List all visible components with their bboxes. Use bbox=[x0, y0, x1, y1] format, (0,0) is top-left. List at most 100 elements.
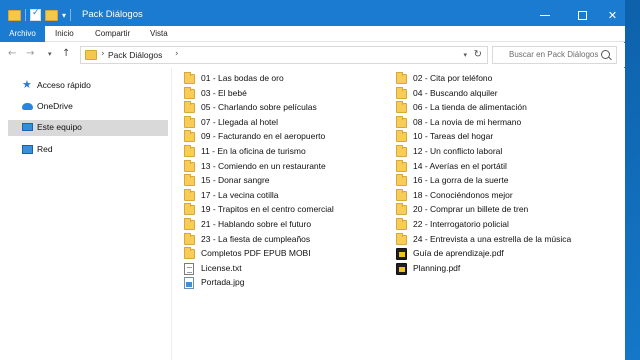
image-file-icon bbox=[184, 277, 194, 290]
file-name: 13 - Comiendo en un restaurante bbox=[201, 160, 326, 171]
navigation-pane: ★ Acceso rápido OneDrive Este equipo Red bbox=[0, 68, 172, 360]
folder-icon bbox=[184, 174, 195, 187]
back-arrow-icon[interactable]: ← bbox=[8, 48, 16, 59]
file-name: 21 - Hablando sobre el futuro bbox=[201, 219, 312, 229]
pdf-file-icon bbox=[396, 248, 407, 261]
computer-icon bbox=[22, 123, 33, 131]
file-name: 06 - La tienda de alimentación bbox=[413, 102, 527, 113]
search-input[interactable]: Buscar en Pack Diálogos bbox=[509, 50, 598, 59]
nav-item-acceso-rapido[interactable]: ★ Acceso rápido bbox=[8, 78, 168, 94]
folder-icon bbox=[396, 86, 407, 99]
file-name: 04 - Buscando alquiler bbox=[413, 87, 498, 98]
folder-icon bbox=[184, 218, 195, 230]
folder-icon bbox=[396, 130, 407, 143]
file-name: 22 - Interrogatorio policial bbox=[413, 219, 509, 229]
ribbon-tabs: Archivo Inicio Compartir Vista bbox=[0, 26, 625, 42]
file-name: 10 - Tareas del hogar bbox=[413, 131, 494, 142]
nav-item-label: Este equipo bbox=[37, 122, 82, 132]
file-name: Portada.jpg bbox=[201, 277, 245, 288]
folder-icon bbox=[184, 145, 195, 157]
file-name: 14 - Averías en el portátil bbox=[413, 160, 507, 171]
nav-item-onedrive[interactable]: OneDrive bbox=[8, 99, 168, 115]
file-name: 12 - Un conflicto laboral bbox=[413, 146, 503, 156]
file-name: 05 - Charlando sobre películas bbox=[201, 102, 317, 113]
forward-arrow-icon[interactable]: → bbox=[26, 48, 34, 59]
maximize-icon bbox=[577, 10, 587, 20]
file-name: 02 - Cita por teléfono bbox=[413, 73, 493, 83]
tab-inicio[interactable]: Inicio bbox=[55, 26, 74, 42]
address-bar[interactable]: › Pack Diálogos › ▾ ↻ bbox=[80, 46, 488, 64]
star-icon: ★ bbox=[22, 79, 32, 91]
file-name: 03 - El bebé bbox=[201, 87, 247, 98]
file-name: 24 - Entrevista a una estrella de la mús… bbox=[413, 233, 572, 244]
file-name: 09 - Facturando en el aeropuerto bbox=[201, 131, 326, 142]
folder-icon bbox=[184, 130, 195, 143]
folder-icon bbox=[396, 101, 407, 114]
cloud-icon bbox=[22, 103, 33, 110]
folder-icon bbox=[184, 188, 195, 201]
folder-icon bbox=[396, 232, 407, 245]
address-history-chevron-icon[interactable]: ▾ bbox=[463, 51, 467, 59]
folder-icon bbox=[396, 218, 407, 230]
folder-icon bbox=[396, 203, 407, 216]
text-file-icon bbox=[184, 262, 194, 275]
nav-item-label: OneDrive bbox=[37, 101, 73, 111]
file-name: Completos PDF EPUB MOBI bbox=[201, 248, 311, 259]
folder-icon bbox=[184, 115, 195, 128]
file-name: 18 - Conociéndonos mejor bbox=[413, 189, 513, 200]
new-folder-icon[interactable] bbox=[45, 9, 58, 21]
refresh-icon[interactable]: ↻ bbox=[474, 49, 482, 60]
customize-toolbar-icon[interactable]: ▾ bbox=[62, 11, 66, 20]
breadcrumb-chevron-icon[interactable]: › bbox=[101, 49, 105, 59]
file-name: Planning.pdf bbox=[413, 262, 461, 273]
nav-item-red[interactable]: Red bbox=[8, 142, 168, 158]
file-name: 23 - La fiesta de cumpleaños bbox=[201, 233, 311, 244]
file-name: 07 - Llegada al hotel bbox=[201, 116, 279, 127]
file-name: 08 - La novia de mi hermano bbox=[413, 116, 522, 127]
tab-vista[interactable]: Vista bbox=[150, 26, 168, 42]
search-icon bbox=[601, 50, 610, 59]
breadcrumb-item[interactable]: Pack Diálogos bbox=[108, 50, 162, 60]
window-title: Pack Diálogos bbox=[82, 9, 143, 20]
file-name: 01 - Las bodas de oro bbox=[201, 73, 284, 83]
folder-icon bbox=[396, 159, 407, 172]
folder-icon bbox=[396, 145, 407, 157]
file-name: Guía de aprendizaje.pdf bbox=[413, 248, 504, 259]
file-explorer-window: ▾ Pack Diálogos ✕ Archivo Inicio Compart… bbox=[0, 0, 625, 360]
folder-icon bbox=[184, 203, 195, 216]
file-name: 19 - Trapitos en el centro comercial bbox=[201, 204, 334, 215]
folder-icon bbox=[184, 232, 195, 245]
folder-icon bbox=[184, 86, 195, 99]
toolbar-divider bbox=[25, 9, 26, 21]
tab-compartir[interactable]: Compartir bbox=[95, 26, 130, 42]
file-name: 20 - Comprar un billete de tren bbox=[413, 204, 529, 215]
file-name: 11 - En la oficina de turismo bbox=[201, 146, 306, 156]
folder-icon bbox=[184, 247, 195, 260]
file-name: License.txt bbox=[201, 262, 242, 273]
file-name: 17 - La vecina cotilla bbox=[201, 189, 279, 200]
folder-icon bbox=[85, 50, 97, 60]
folder-icon bbox=[184, 159, 195, 172]
network-icon bbox=[22, 145, 33, 154]
breadcrumb-chevron-icon[interactable]: › bbox=[175, 49, 179, 59]
folder-icon bbox=[396, 174, 407, 187]
search-box[interactable]: Buscar en Pack Diálogos bbox=[492, 46, 617, 64]
folder-icon bbox=[396, 72, 407, 84]
pdf-file-icon bbox=[396, 262, 407, 275]
folder-icon bbox=[396, 188, 407, 201]
navigation-bar: ← → ▾ ↑ › Pack Diálogos › ▾ ↻ Buscar en … bbox=[0, 43, 625, 67]
file-list: 01 - Las bodas de oro 03 - El bebé 05 - Ch… bbox=[178, 68, 625, 360]
up-arrow-icon[interactable]: ↑ bbox=[62, 48, 70, 59]
recent-locations-chevron-icon[interactable]: ▾ bbox=[48, 50, 52, 58]
folder-icon bbox=[8, 9, 21, 21]
folder-icon bbox=[184, 101, 195, 114]
properties-icon[interactable] bbox=[30, 8, 41, 21]
nav-item-este-equipo[interactable]: Este equipo bbox=[8, 120, 168, 136]
file-name: 16 - La gorra de la suerte bbox=[413, 175, 509, 186]
toolbar-divider bbox=[70, 9, 72, 21]
minimize-icon bbox=[540, 14, 550, 16]
nav-item-label: Red bbox=[37, 144, 53, 154]
nav-item-label: Acceso rápido bbox=[37, 80, 91, 90]
quick-access-toolbar: ▾ bbox=[8, 8, 72, 22]
tab-archivo[interactable]: Archivo bbox=[0, 26, 45, 42]
